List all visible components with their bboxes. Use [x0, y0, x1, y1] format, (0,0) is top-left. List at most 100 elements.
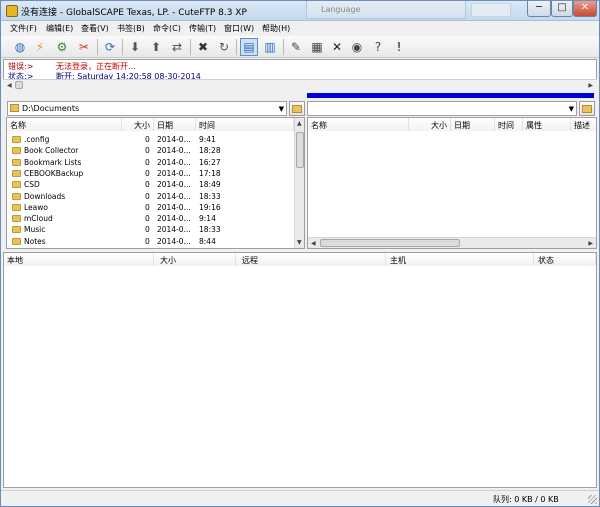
file-row[interactable]: Book Collector 0 2014-0... 18:28	[7, 145, 294, 156]
file-row[interactable]: Downloads 0 2014-0... 18:33	[7, 191, 294, 202]
refresh-icon[interactable]: ↻	[215, 38, 233, 56]
file-name: Bookmark Lists	[24, 157, 82, 167]
file-row[interactable]: CSD 0 2014-0... 18:49	[7, 179, 294, 190]
queue-header-status[interactable]: 状态	[534, 253, 596, 266]
file-name: Notes	[24, 236, 46, 246]
remote-file-list[interactable]: 名称 大小 日期 时间 属性 描述 ◀ ▶	[307, 117, 597, 249]
file-row[interactable]: mCloud 0 2014-0... 9:14	[7, 213, 294, 224]
file-row[interactable]: Notes 0 2014-0... 8:44	[7, 236, 294, 247]
scroll-right-icon[interactable]: ▶	[588, 240, 593, 247]
scroll-right-icon[interactable]: ▶	[588, 82, 593, 89]
remote-up-folder-button[interactable]	[579, 101, 595, 116]
scroll-left-icon[interactable]: ◀	[311, 240, 316, 247]
queue-header-remote[interactable]: 远程	[236, 253, 386, 266]
remote-view-icon[interactable]: ▥	[261, 38, 279, 56]
file-time: 18:49	[199, 180, 221, 190]
column-header-date[interactable]: 日期	[451, 118, 495, 131]
queue-header-host[interactable]: 主机	[386, 253, 534, 266]
menu-file[interactable]: 文件(F)	[10, 23, 37, 34]
scroll-thumb[interactable]	[296, 132, 304, 168]
transfer-queue[interactable]: 本地 大小 远程 主机 状态	[3, 252, 597, 488]
help-icon[interactable]: ?	[369, 38, 387, 56]
scroll-thumb[interactable]	[15, 81, 23, 89]
file-time: 16:27	[199, 157, 221, 167]
remote-path-combo[interactable]: ▼	[307, 101, 577, 116]
queue-status-text: 队列: 0 KB / 0 KB	[493, 495, 559, 504]
column-header-time[interactable]: 时间	[495, 118, 523, 131]
file-time: 9:41	[199, 135, 216, 144]
reconnect-icon[interactable]: ⟳	[101, 38, 119, 56]
file-name: .config	[24, 135, 50, 144]
column-header-name[interactable]: 名称	[308, 118, 409, 131]
column-header-date[interactable]: 日期	[154, 118, 196, 131]
file-time: 18:33	[199, 225, 221, 235]
file-date: 2014-0...	[157, 180, 191, 190]
column-header-size[interactable]: 大小	[122, 118, 154, 131]
window-title: 没有连接 - GlobalSCAPE Texas, LP. - CuteFTP …	[21, 8, 247, 18]
file-name: CEBOOKBackup	[24, 168, 84, 178]
menu-bookmarks[interactable]: 书签(B)	[117, 23, 145, 34]
column-header-time[interactable]: 时间	[196, 118, 294, 131]
close-button[interactable]: ✕	[573, 1, 597, 17]
download-icon[interactable]: ⬇	[126, 38, 144, 56]
menu-commands[interactable]: 命令(C)	[153, 23, 181, 34]
connect-icon[interactable]: ⚙	[53, 38, 71, 56]
toolbar-separator	[122, 39, 123, 55]
file-date: 2014-0...	[157, 214, 191, 224]
queue-header-local[interactable]: 本地	[4, 253, 154, 266]
scroll-thumb[interactable]	[320, 239, 460, 247]
scroll-up-icon[interactable]: ▲	[297, 120, 302, 127]
file-row[interactable]: .config 0 2014-0... 9:41	[7, 134, 294, 145]
scroll-left-icon[interactable]: ◀	[7, 82, 12, 89]
queue-header-size[interactable]: 大小	[154, 253, 236, 266]
local-up-folder-button[interactable]	[289, 101, 305, 116]
local-path-combo[interactable]: D:\Documents ▼	[7, 101, 287, 116]
minimize-button[interactable]: ─	[527, 1, 551, 17]
file-row[interactable]: Music 0 2014-0... 18:33	[7, 224, 294, 235]
folder-up-icon	[582, 104, 592, 113]
status-bar: 队列: 0 KB / 0 KB	[1, 490, 599, 506]
local-view-icon[interactable]: ▤	[240, 38, 258, 56]
disconnect-icon[interactable]: ✂	[75, 38, 93, 56]
local-vertical-scrollbar[interactable]: ▲ ▼	[294, 118, 304, 248]
resize-grip-icon[interactable]	[588, 495, 597, 504]
column-header-attributes[interactable]: 属性	[523, 118, 571, 131]
local-file-list[interactable]: 名称 大小 日期 时间 .config 0 2014-0... 9:41 Boo…	[6, 117, 305, 249]
column-header-description[interactable]: 描述	[571, 118, 596, 131]
menu-help[interactable]: 帮助(H)	[262, 23, 290, 34]
alert-icon[interactable]: !	[390, 38, 408, 56]
chevron-down-icon[interactable]: ▼	[279, 105, 284, 113]
menu-window[interactable]: 窗口(W)	[224, 23, 254, 34]
file-size: 0	[145, 225, 150, 235]
scroll-down-icon[interactable]: ▼	[297, 239, 302, 246]
quick-connect-icon[interactable]: ⚡	[31, 38, 49, 56]
view-file-icon[interactable]: ◉	[348, 38, 366, 56]
folder-icon	[12, 203, 21, 211]
file-time: 8:44	[199, 236, 216, 246]
transfer-icon[interactable]: ⇄	[168, 38, 186, 56]
upload-icon[interactable]: ⬆	[147, 38, 165, 56]
file-size: 0	[145, 180, 150, 190]
file-row[interactable]: Bookmark Lists 0 2014-0... 16:27	[7, 157, 294, 168]
chevron-down-icon[interactable]: ▼	[569, 105, 574, 113]
edit-icon[interactable]: ✎	[287, 38, 305, 56]
background-window-tab-2[interactable]	[471, 3, 511, 17]
site-manager-icon[interactable]: ◍	[11, 38, 29, 56]
stop-icon[interactable]: ✖	[194, 38, 212, 56]
menu-view[interactable]: 查看(V)	[81, 23, 109, 34]
log-horizontal-scrollbar[interactable]: ◀ ▶	[3, 79, 597, 91]
column-header-size[interactable]: 大小	[409, 118, 451, 131]
file-row[interactable]: CEBOOKBackup 0 2014-0... 17:18	[7, 168, 294, 179]
file-time: 19:16	[199, 202, 221, 212]
remote-horizontal-scrollbar[interactable]: ◀ ▶	[308, 237, 596, 248]
file-size: 0	[145, 135, 150, 144]
background-window-tab[interactable]: Language	[306, 1, 466, 19]
file-row[interactable]: Leawo 0 2014-0... 19:16	[7, 202, 294, 213]
maximize-button[interactable]: □	[551, 1, 573, 17]
file-name: Music	[24, 225, 46, 235]
menu-transfer[interactable]: 传输(T)	[189, 23, 216, 34]
column-header-name[interactable]: 名称	[7, 118, 122, 131]
menu-edit[interactable]: 编辑(E)	[46, 23, 73, 34]
properties-icon[interactable]: ▦	[308, 38, 326, 56]
delete-icon[interactable]: ✕	[328, 38, 346, 56]
